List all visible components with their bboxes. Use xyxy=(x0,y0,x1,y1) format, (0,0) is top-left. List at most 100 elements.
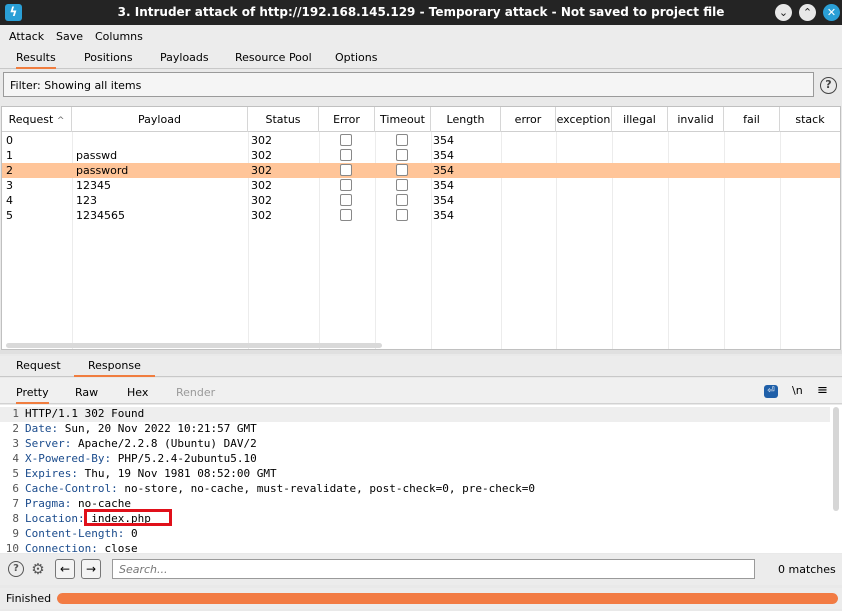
menu-bar: Attack Save Columns xyxy=(0,25,842,47)
match-count: 0 matches xyxy=(778,563,836,576)
header-name: Date: xyxy=(25,422,59,435)
search-input[interactable] xyxy=(112,559,755,579)
filter-label: Filter: Showing all items xyxy=(10,79,142,92)
col-timeout[interactable]: Timeout xyxy=(375,107,431,132)
attack-tabs: Results Positions Payloads Resource Pool… xyxy=(0,47,842,69)
header-value: Apache/2.2.8 (Ubuntu) DAV/2 xyxy=(71,437,257,450)
cell-status: 302 xyxy=(251,194,272,207)
horizontal-scrollbar[interactable] xyxy=(6,343,382,348)
previous-match-button[interactable]: ← xyxy=(55,559,75,579)
table-row[interactable]: 2 password 302 354 xyxy=(2,163,840,178)
pane-divider[interactable] xyxy=(0,350,842,354)
line-number: 1 xyxy=(12,407,19,420)
col-grep-exception[interactable]: exception xyxy=(556,107,612,132)
cell-status: 302 xyxy=(251,164,272,177)
minimize-icon[interactable]: ⌄ xyxy=(775,4,792,21)
help-icon[interactable]: ? xyxy=(820,77,837,94)
close-icon[interactable]: ✕ xyxy=(823,4,840,21)
cell-request: 0 xyxy=(6,134,13,147)
header-name: Content-Length: xyxy=(25,527,125,540)
cell-request: 1 xyxy=(6,149,13,162)
col-grep-stack[interactable]: stack xyxy=(780,107,840,132)
tab-render[interactable]: Render xyxy=(176,386,215,399)
cell-length: 354 xyxy=(433,164,454,177)
col-grep-invalid[interactable]: invalid xyxy=(668,107,724,132)
header-line: Date: Sun, 20 Nov 2022 10:21:57 GMT xyxy=(25,422,257,435)
line-number: 6 xyxy=(12,482,19,495)
code-line: 4 X-Powered-By: PHP/5.2.4-2ubuntu5.10 xyxy=(0,452,830,467)
error-checkbox[interactable] xyxy=(340,209,352,221)
table-row[interactable]: 0 302 354 xyxy=(2,133,840,148)
cell-length: 354 xyxy=(433,179,454,192)
menu-attack[interactable]: Attack xyxy=(9,30,44,43)
tab-request[interactable]: Request xyxy=(16,359,61,372)
tab-positions[interactable]: Positions xyxy=(84,51,133,64)
cell-request: 2 xyxy=(6,164,13,177)
status-bar: Finished xyxy=(0,588,842,609)
word-wrap-icon[interactable]: ⏎ xyxy=(764,385,778,398)
help-icon[interactable]: ? xyxy=(8,561,24,577)
line-number: 7 xyxy=(12,497,19,510)
col-payload[interactable]: Payload xyxy=(72,107,248,132)
header-line: Content-Length: 0 xyxy=(25,527,138,540)
code-line: 9 Content-Length: 0 xyxy=(0,527,830,542)
tab-response[interactable]: Response xyxy=(74,359,155,377)
line-number: 2 xyxy=(12,422,19,435)
header-value: 0 xyxy=(124,527,138,540)
cell-status: 302 xyxy=(251,179,272,192)
table-row[interactable]: 1 passwd 302 354 xyxy=(2,148,840,163)
table-row[interactable]: 3 12345 302 354 xyxy=(2,178,840,193)
table-row[interactable]: 4 123 302 354 xyxy=(2,193,840,208)
cell-payload: 12345 xyxy=(76,179,111,192)
timeout-checkbox[interactable] xyxy=(396,209,408,221)
line-number: 10 xyxy=(5,542,19,553)
col-grep-fail[interactable]: fail xyxy=(724,107,780,132)
cell-request: 4 xyxy=(6,194,13,207)
tab-pretty[interactable]: Pretty xyxy=(16,386,49,404)
show-newlines-icon[interactable]: \n xyxy=(792,384,803,397)
timeout-checkbox[interactable] xyxy=(396,179,408,191)
col-status[interactable]: Status xyxy=(248,107,319,132)
filter-bar[interactable]: Filter: Showing all items xyxy=(3,72,814,97)
error-checkbox[interactable] xyxy=(340,149,352,161)
tab-results[interactable]: Results xyxy=(16,51,56,69)
settings-gear-icon[interactable]: ⚙ xyxy=(30,561,46,577)
cell-payload: 1234565 xyxy=(76,209,125,222)
response-editor[interactable]: 1 HTTP/1.1 302 Found 2 Date: Sun, 20 Nov 20… xyxy=(0,405,842,553)
tab-raw[interactable]: Raw xyxy=(75,386,98,399)
tab-resource-pool[interactable]: Resource Pool xyxy=(235,51,312,64)
options-menu-icon[interactable]: ≡ xyxy=(817,383,828,398)
menu-columns[interactable]: Columns xyxy=(95,30,143,43)
line-number: 9 xyxy=(12,527,19,540)
search-bar: ? ⚙ ← → 0 matches xyxy=(0,554,842,585)
tab-hex[interactable]: Hex xyxy=(127,386,148,399)
cell-request: 5 xyxy=(6,209,13,222)
vertical-scrollbar[interactable] xyxy=(833,407,839,511)
timeout-checkbox[interactable] xyxy=(396,164,408,176)
error-checkbox[interactable] xyxy=(340,179,352,191)
col-grep-error[interactable]: error xyxy=(501,107,556,132)
timeout-checkbox[interactable] xyxy=(396,194,408,206)
message-tabs: Request Response xyxy=(0,356,842,377)
maximize-icon[interactable]: ⌃ xyxy=(799,4,816,21)
error-checkbox[interactable] xyxy=(340,164,352,176)
header-name: Cache-Control: xyxy=(25,482,118,495)
tab-payloads[interactable]: Payloads xyxy=(160,51,209,64)
col-length[interactable]: Length xyxy=(431,107,501,132)
timeout-checkbox[interactable] xyxy=(396,134,408,146)
header-line: HTTP/1.1 302 Found xyxy=(25,407,144,420)
col-request[interactable]: Request ^ xyxy=(2,107,72,132)
error-checkbox[interactable] xyxy=(340,194,352,206)
next-match-button[interactable]: → xyxy=(81,559,101,579)
header-value: PHP/5.2.4-2ubuntu5.10 xyxy=(111,452,257,465)
code-line: 3 Server: Apache/2.2.8 (Ubuntu) DAV/2 xyxy=(0,437,830,452)
menu-save[interactable]: Save xyxy=(56,30,83,43)
col-error[interactable]: Error xyxy=(319,107,375,132)
code-line: 2 Date: Sun, 20 Nov 2022 10:21:57 GMT xyxy=(0,422,830,437)
error-checkbox[interactable] xyxy=(340,134,352,146)
tab-options[interactable]: Options xyxy=(335,51,377,64)
table-row[interactable]: 5 1234565 302 354 xyxy=(2,208,840,223)
timeout-checkbox[interactable] xyxy=(396,149,408,161)
col-grep-illegal[interactable]: illegal xyxy=(612,107,668,132)
header-line: Expires: Thu, 19 Nov 1981 08:52:00 GMT xyxy=(25,467,277,480)
